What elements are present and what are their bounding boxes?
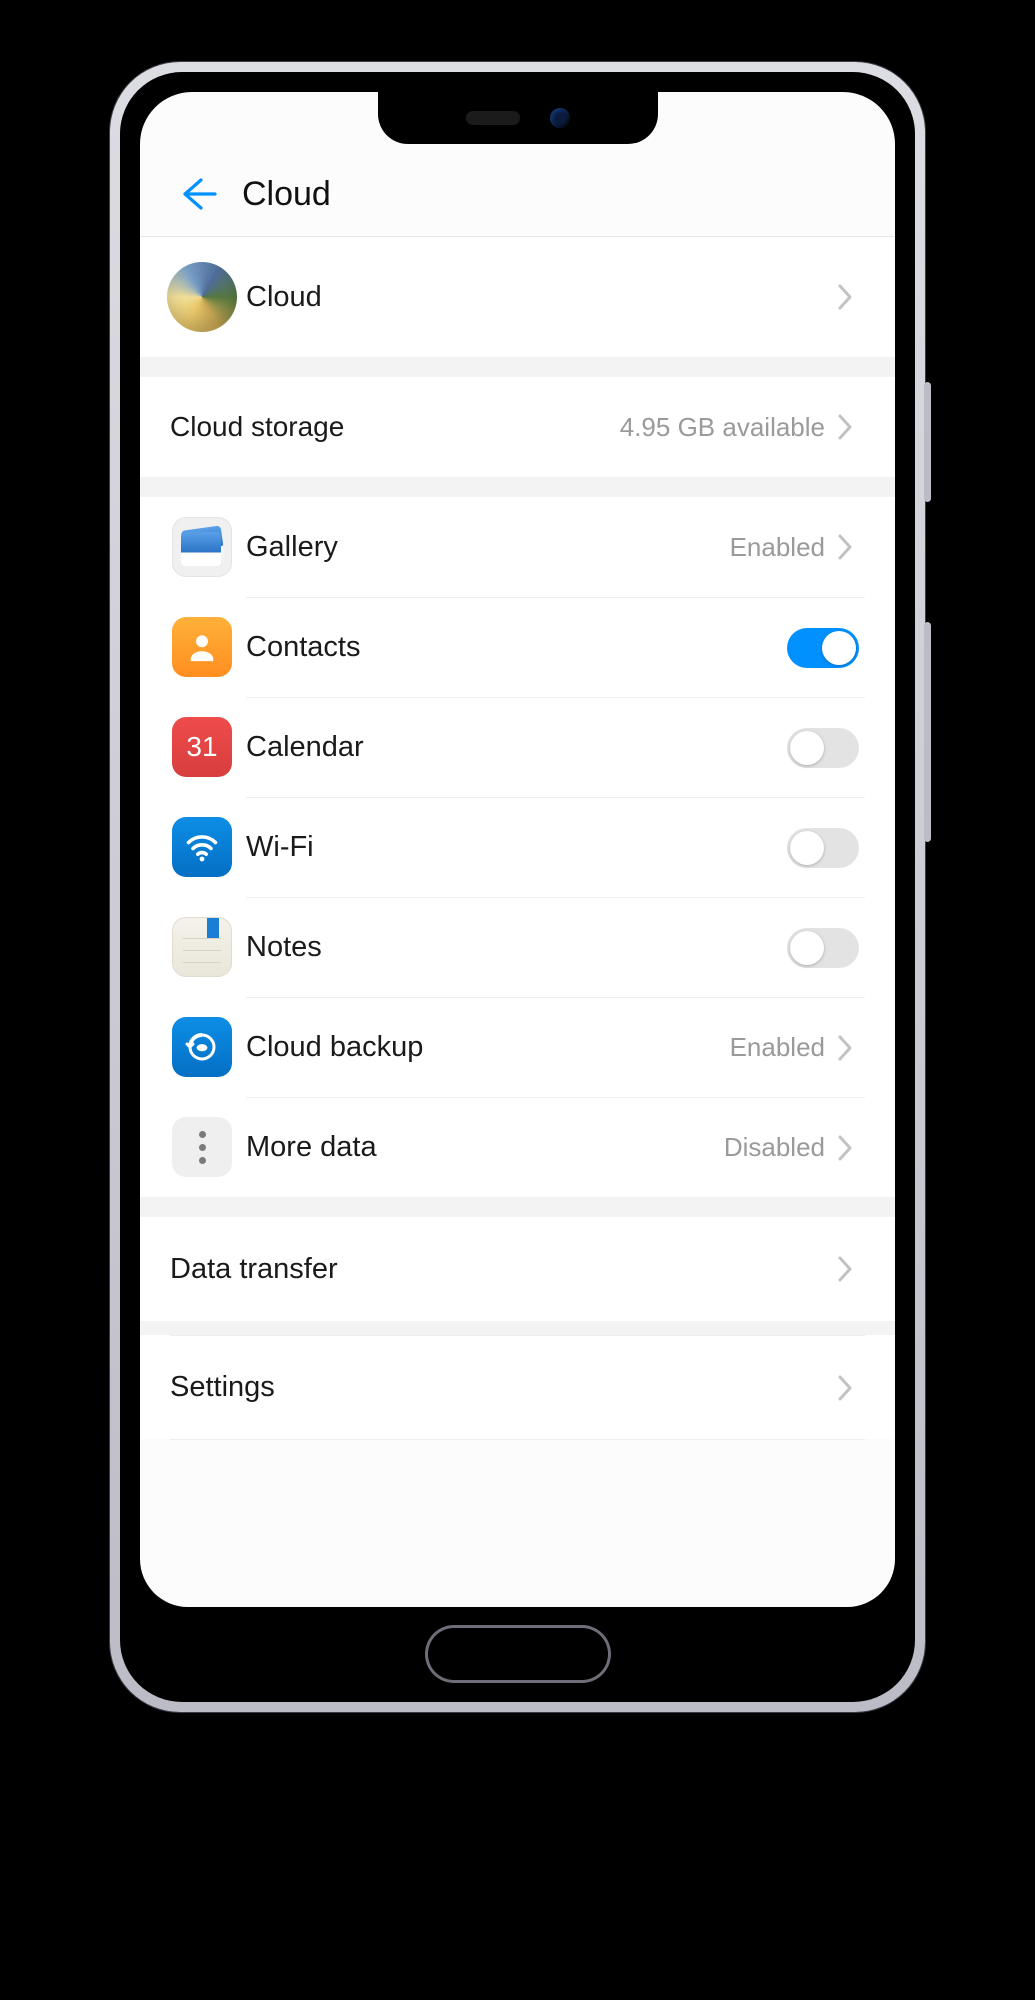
sync-items-list: GalleryEnabledContacts31CalendarWi-FiNot… <box>140 497 895 1197</box>
phone-frame: Cloud Cloud Cloud storage 4 <box>110 62 925 1712</box>
row-label: Cloud backup <box>246 1031 730 1064</box>
chevron-right-icon <box>831 413 859 441</box>
chevron-right-icon <box>831 533 859 561</box>
sync-row-gallery[interactable]: GalleryEnabled <box>140 497 895 597</box>
screen: Cloud Cloud Cloud storage 4 <box>140 92 895 1607</box>
calendar-icon: 31 <box>172 717 232 777</box>
chevron-right-icon <box>831 1134 859 1162</box>
chevron-right-icon <box>831 1374 859 1402</box>
chevron-right-icon <box>831 1034 859 1062</box>
row-label: Wi-Fi <box>246 831 787 864</box>
row-label: Calendar <box>246 731 787 764</box>
chevron-right-icon <box>831 283 859 311</box>
sync-row-wi-fi: Wi-Fi <box>140 797 895 897</box>
status-label: Enabled <box>730 1032 825 1063</box>
home-button[interactable] <box>428 1628 608 1680</box>
footer-row-settings[interactable]: Settings <box>140 1335 895 1439</box>
side-button <box>924 382 931 502</box>
contacts-icon <box>172 617 232 677</box>
gallery-icon <box>172 517 232 577</box>
status-label: Disabled <box>724 1132 825 1163</box>
notes-icon <box>172 917 232 977</box>
cloud-storage-row[interactable]: Cloud storage 4.95 GB available <box>140 377 895 477</box>
row-label: Gallery <box>246 531 730 564</box>
row-label: More data <box>246 1131 724 1164</box>
status-label: Enabled <box>730 532 825 563</box>
row-label: Settings <box>170 1371 831 1404</box>
back-button[interactable] <box>170 167 224 221</box>
sync-row-notes: Notes <box>140 897 895 997</box>
sync-row-contacts: Contacts <box>140 597 895 697</box>
row-label: Notes <box>246 931 787 964</box>
toggle-notes[interactable] <box>787 928 859 968</box>
cloud-account-row[interactable]: Cloud <box>140 237 895 357</box>
cloud-storage-label: Cloud storage <box>170 411 620 443</box>
sync-row-more-data[interactable]: More dataDisabled <box>140 1097 895 1197</box>
cloud-account-label: Cloud <box>246 281 831 314</box>
toggle-contacts[interactable] <box>787 628 859 668</box>
avatar <box>167 262 237 332</box>
wifi-icon <box>172 817 232 877</box>
side-button <box>924 622 931 842</box>
backup-icon <box>172 1017 232 1077</box>
footer-row-data-transfer[interactable]: Data transfer <box>140 1217 895 1321</box>
more-icon <box>172 1117 232 1177</box>
sync-row-cloud-backup[interactable]: Cloud backupEnabled <box>140 997 895 1097</box>
footer-list: Data transfer Settings <box>140 1217 895 1440</box>
page-title: Cloud <box>242 175 331 214</box>
toggle-wi-fi[interactable] <box>787 828 859 868</box>
toggle-calendar[interactable] <box>787 728 859 768</box>
row-label: Data transfer <box>170 1253 831 1286</box>
row-label: Contacts <box>246 631 787 664</box>
cloud-storage-value: 4.95 GB available <box>620 412 825 443</box>
sync-row-calendar: 31 Calendar <box>140 697 895 797</box>
chevron-right-icon <box>831 1255 859 1283</box>
display-notch <box>378 92 658 144</box>
